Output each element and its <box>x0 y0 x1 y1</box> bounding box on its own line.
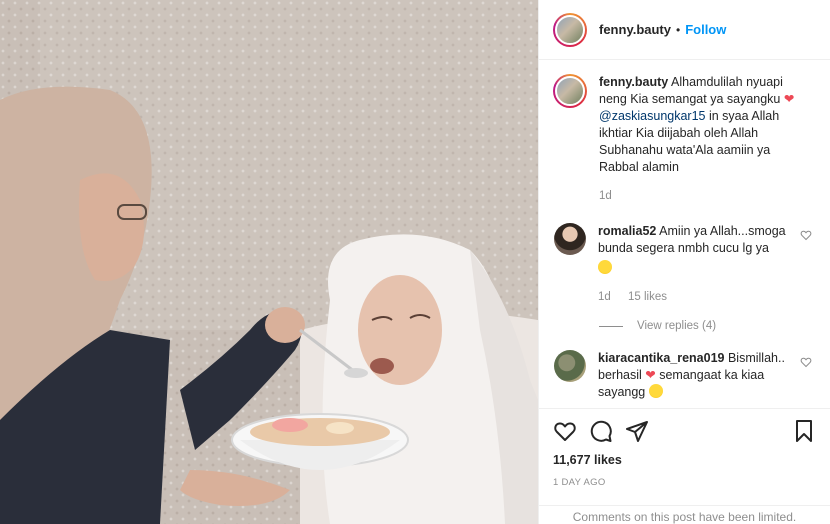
comment-emoji-row <box>598 260 798 277</box>
post-header: fenny.bauty • Follow <box>539 0 830 60</box>
like-heart-icon[interactable] <box>553 419 577 443</box>
author-avatar[interactable] <box>553 12 587 47</box>
comment-body: kiaracantika_rena019 Bismillah.. berhasi… <box>598 350 798 401</box>
comment-body: romalia52 Amiin ya Allah...smoga bunda s… <box>598 223 798 306</box>
save-bookmark-icon[interactable] <box>792 419 816 443</box>
caption-avatar-image <box>555 76 585 106</box>
caption-meta: 1d <box>599 188 809 205</box>
caption-username[interactable]: fenny.bauty <box>599 75 668 89</box>
commenter-username[interactable]: romalia52 <box>598 224 656 238</box>
author-avatar-image <box>555 14 585 45</box>
view-replies-label: View replies (4) <box>637 320 717 332</box>
comment-like-heart-icon[interactable] <box>800 356 812 368</box>
caption-body: fenny.bauty Alhamdulilah nyuapi neng Kia… <box>599 74 809 205</box>
comment-like-heart-icon[interactable] <box>800 229 812 241</box>
heart-eyes-emoji-icon <box>598 260 612 274</box>
comment-bubble-icon[interactable] <box>589 419 613 443</box>
separator-dot: • <box>676 22 681 37</box>
commenter-avatar[interactable] <box>554 223 586 255</box>
likes-count[interactable]: 11,677 likes <box>553 453 816 467</box>
follow-button[interactable]: Follow <box>685 22 726 37</box>
replies-divider-line <box>599 325 623 327</box>
post-timestamp[interactable]: 1 DAY AGO <box>553 477 816 488</box>
comments-section[interactable]: fenny.bauty Alhamdulilah nyuapi neng Kia… <box>539 60 830 408</box>
commenter-username[interactable]: kiaracantika_rena019 <box>598 351 724 365</box>
post-actions: 11,677 likes 1 DAY AGO Comments on this … <box>539 408 830 524</box>
action-icon-row <box>553 409 816 453</box>
post-panel: fenny.bauty • Follow fenny.bauty Alhamdu… <box>538 0 830 524</box>
comment-likes[interactable]: 15 likes <box>628 291 667 303</box>
red-heart-emoji: ❤ <box>783 92 795 106</box>
post-photo[interactable] <box>0 0 538 524</box>
author-username[interactable]: fenny.bauty <box>599 22 671 37</box>
comment-item: kiaracantika_rena019 Bismillah.. berhasi… <box>553 350 816 401</box>
view-replies-button[interactable]: View replies (4) <box>599 320 816 332</box>
comments-limited-notice: Comments on this post have been limited. <box>539 505 830 524</box>
caption-mention[interactable]: @zaskiasungkar15 <box>599 109 706 123</box>
comment-item: romalia52 Amiin ya Allah...smoga bunda s… <box>553 223 816 306</box>
comment-meta: 1d 15 likes <box>598 289 798 306</box>
hugging-face-emoji-icon <box>648 384 663 398</box>
caption: fenny.bauty Alhamdulilah nyuapi neng Kia… <box>553 74 816 205</box>
comment-time[interactable]: 1d <box>598 291 611 303</box>
red-heart-emoji: ❤ <box>645 368 656 382</box>
caption-avatar[interactable] <box>553 74 587 108</box>
commenter-avatar[interactable] <box>554 350 586 382</box>
share-paper-plane-icon[interactable] <box>625 419 649 443</box>
photo-illustration <box>0 0 538 524</box>
caption-time[interactable]: 1d <box>599 190 612 202</box>
